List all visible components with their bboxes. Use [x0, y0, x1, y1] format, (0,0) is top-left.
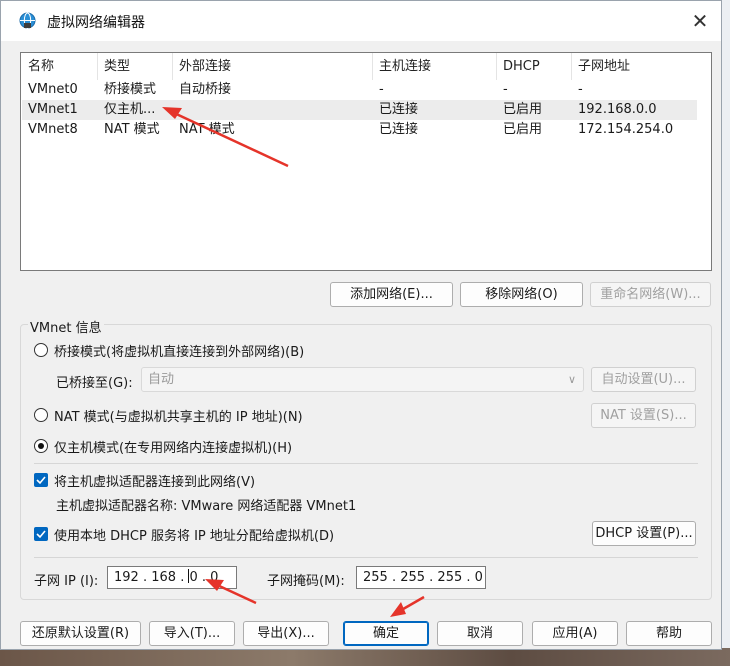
import-button[interactable]: 导入(T)...	[149, 621, 235, 646]
column-header[interactable]: 类型	[98, 53, 173, 80]
adapter-name-label: 主机虚拟适配器名称: VMware 网络适配器 VMnet1	[56, 499, 357, 514]
connect-adapter-checkbox[interactable]	[34, 473, 48, 487]
ok-button[interactable]: 确定	[343, 621, 429, 646]
table-cell-host: -	[379, 82, 384, 97]
table-cell-dhcp: 已启用	[503, 102, 543, 117]
table-row[interactable]: VMnet1 仅主机... 已连接 已启用 192.168.0.0	[22, 100, 697, 120]
dhcp-label[interactable]: 使用本地 DHCP 服务将 IP 地址分配给虚拟机(D)	[54, 525, 334, 544]
subnet-ip-octet-3: 0	[189, 570, 198, 585]
bridge-mode-label[interactable]: 桥接模式(将虚拟机直接连接到外部网络)(B)	[54, 341, 304, 360]
table-cell-host: 已连接	[379, 122, 419, 137]
column-header[interactable]: 名称	[22, 53, 98, 80]
add-network-button[interactable]: 添加网络(E)...	[330, 282, 453, 307]
vmnet-info-group	[20, 324, 712, 600]
subnet-ip-label: 子网 IP (I):	[34, 574, 99, 589]
divider	[34, 463, 698, 464]
host-only-mode-label[interactable]: 仅主机模式(在专用网络内连接虚拟机)(H)	[54, 437, 292, 456]
virtual-network-editor-window: 虚拟网络编辑器 ✕ 名称 类型 外部连接 主机连接 DHCP 子网地址 VMnet0 桥接模…	[0, 0, 722, 650]
dhcp-checkbox[interactable]	[34, 527, 48, 541]
octet-separator: .	[197, 570, 211, 585]
subnet-ip-octet-4: 0	[210, 570, 219, 585]
table-cell-dhcp: -	[503, 82, 508, 97]
checkmark-icon	[36, 530, 46, 539]
auto-settings-button[interactable]: 自动设置(U)...	[591, 367, 696, 392]
subnet-mask-label: 子网掩码(M):	[267, 574, 345, 589]
help-button[interactable]: 帮助	[626, 621, 712, 646]
table-cell-external: NAT 模式	[179, 122, 235, 137]
table-cell-subnet: 192.168.0.0	[578, 102, 657, 117]
subnet-ip-octet-1: 192	[114, 570, 139, 585]
bridge-mode-radio[interactable]	[34, 343, 48, 357]
subnet-ip-octet-2: 168	[151, 570, 177, 585]
chevron-down-icon: ∨	[567, 373, 576, 386]
table-cell-dhcp: 已启用	[503, 122, 543, 137]
remove-network-button[interactable]: 移除网络(O)	[460, 282, 583, 307]
network-globe-icon	[19, 12, 36, 29]
cancel-button[interactable]: 取消	[437, 621, 523, 646]
column-header[interactable]: 子网地址	[572, 53, 711, 80]
window-title: 虚拟网络编辑器	[47, 15, 145, 31]
subnet-mask-input[interactable]: 255 . 255 . 255 . 0	[356, 566, 486, 589]
network-list[interactable]: 名称 类型 外部连接 主机连接 DHCP 子网地址 VMnet0 桥接模式 自动桥接 - - - VM…	[20, 52, 712, 271]
table-cell-type: 仅主机...	[104, 102, 156, 117]
connect-adapter-label[interactable]: 将主机虚拟适配器连接到此网络(V)	[54, 471, 255, 490]
table-row[interactable]: VMnet8 NAT 模式 NAT 模式 已连接 已启用 172.154.254.0	[22, 120, 697, 140]
table-cell-type: 桥接模式	[104, 82, 157, 97]
octet-separator: .	[176, 570, 189, 585]
rename-network-button[interactable]: 重命名网络(W)...	[590, 282, 711, 307]
table-cell-name: VMnet0	[28, 82, 78, 97]
table-cell-name: VMnet1	[28, 102, 78, 117]
column-header[interactable]: DHCP	[497, 53, 572, 80]
export-button[interactable]: 导出(X)...	[243, 621, 329, 646]
subnet-ip-input[interactable]: 192 . 168 . 0 . 0	[107, 566, 237, 589]
bridged-to-select[interactable]: 自动 ∨	[141, 367, 584, 392]
column-header[interactable]: 外部连接	[173, 53, 373, 80]
nat-mode-label[interactable]: NAT 模式(与虚拟机共享主机的 IP 地址)(N)	[54, 406, 303, 425]
bridged-to-value: 自动	[148, 372, 175, 387]
title-bar[interactable]: 虚拟网络编辑器 ✕	[1, 1, 721, 41]
table-cell-host: 已连接	[379, 102, 419, 117]
column-header[interactable]: 主机连接	[373, 53, 497, 80]
octet-separator: .	[138, 570, 152, 585]
nat-mode-radio[interactable]	[34, 408, 48, 422]
restore-defaults-button[interactable]: 还原默认设置(R)	[20, 621, 141, 646]
close-button[interactable]: ✕	[687, 9, 713, 35]
table-cell-subnet: 172.154.254.0	[578, 122, 674, 137]
apply-button[interactable]: 应用(A)	[532, 621, 618, 646]
table-cell-external: 自动桥接	[179, 82, 232, 97]
table-cell-subnet: -	[578, 82, 583, 97]
vmnet-info-label: VMnet 信息	[28, 317, 104, 336]
table-row[interactable]: VMnet0 桥接模式 自动桥接 - - -	[22, 80, 697, 100]
host-only-mode-radio[interactable]	[34, 439, 48, 453]
table-cell-type: NAT 模式	[104, 122, 160, 137]
divider	[34, 557, 698, 558]
checkmark-icon	[36, 476, 46, 485]
bridged-to-label: 已桥接至(G):	[56, 376, 133, 391]
dhcp-settings-button[interactable]: DHCP 设置(P)...	[592, 521, 696, 546]
desktop-background	[0, 648, 730, 666]
nat-settings-button[interactable]: NAT 设置(S)...	[591, 403, 696, 428]
table-cell-name: VMnet8	[28, 122, 78, 137]
